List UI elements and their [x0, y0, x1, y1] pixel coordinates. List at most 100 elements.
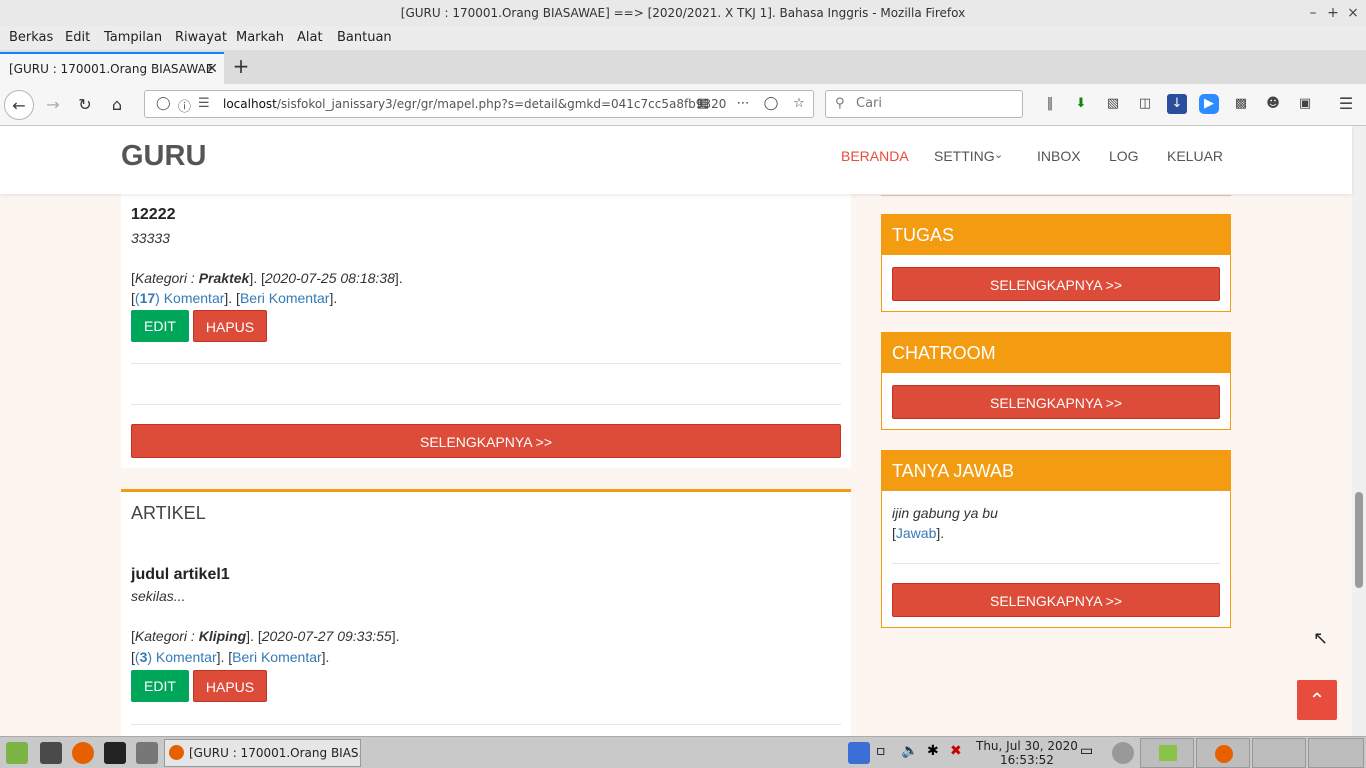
divider: [131, 363, 841, 364]
hapus-button[interactable]: HAPUS: [193, 670, 267, 702]
edit-button[interactable]: EDIT: [131, 310, 189, 342]
terminal-icon[interactable]: [104, 742, 126, 764]
page-scrollbar[interactable]: [1352, 126, 1366, 736]
tab-label: [GURU : 170001.Orang BIASAWAE: [9, 62, 214, 76]
permissions-icon[interactable]: ☰: [198, 96, 210, 111]
bluetooth-tray-icon[interactable]: ✱: [927, 743, 939, 759]
artikel-meta-line: [Kategori : Kliping]. [2020-07-27 09:33:…: [131, 628, 400, 644]
qr-code-icon[interactable]: ▩: [1231, 94, 1251, 114]
artikel-comment-line: [(3) Komentar]. [Beri Komentar].: [131, 649, 330, 665]
search-input[interactable]: ⚲ Cari: [825, 90, 1023, 118]
reload-button[interactable]: ↻: [70, 90, 100, 120]
nav-keluar[interactable]: KELUAR: [1167, 148, 1223, 164]
window-title: [GURU : 170001.Orang BIASAWAE] ==> [2020…: [400, 6, 966, 20]
update-shield-icon[interactable]: ✖: [950, 743, 962, 759]
kategori-prefix: Kategori :: [134, 270, 199, 286]
selengkapnya-button[interactable]: SELENGKAPNYA >>: [131, 424, 841, 458]
nav-inbox[interactable]: INBOX: [1037, 148, 1081, 164]
os-taskbar: [GURU : 170001.Orang BIAS... ▫ 🔈 ✱ ✖ Thu…: [0, 736, 1366, 768]
nav-setting[interactable]: SETTING: [934, 148, 995, 164]
library-icon[interactable]: ‖: [1040, 94, 1060, 114]
tanya-jawab-panel-title: TANYA JAWAB: [882, 451, 1230, 491]
artikel-title: judul artikel1: [131, 566, 230, 583]
page-actions-icon[interactable]: ⋯: [733, 94, 753, 114]
save-extension-icon[interactable]: ↓: [1167, 94, 1187, 114]
maximize-icon[interactable]: +: [1322, 0, 1344, 26]
menu-berkas[interactable]: Berkas: [9, 30, 53, 45]
network-signal-icon[interactable]: ▫: [876, 743, 886, 759]
menu-edit[interactable]: Edit: [65, 30, 90, 45]
tugas-subtitle: 33333: [131, 230, 170, 246]
divider: [131, 404, 841, 405]
workspace-3[interactable]: [1252, 738, 1306, 768]
search-icon: ⚲: [835, 96, 845, 111]
hamburger-menu-icon[interactable]: ☰: [1336, 94, 1356, 114]
reader-view-icon[interactable]: ▦: [693, 94, 713, 114]
scroll-to-top-button[interactable]: ⌃: [1297, 680, 1337, 720]
jawab-link[interactable]: Jawab: [896, 525, 936, 541]
tab-bar: [GURU : 170001.Orang BIASAWAE ✕ +: [0, 50, 1366, 84]
mint-menu-icon[interactable]: [6, 742, 28, 764]
close-tab-icon[interactable]: ✕: [206, 54, 218, 84]
edit-button[interactable]: EDIT: [131, 670, 189, 702]
workspace-4[interactable]: [1308, 738, 1364, 768]
page-viewport: GURU BERANDA SETTING ⌄ INBOX LOG KELUAR …: [0, 126, 1366, 736]
minimize-icon[interactable]: –: [1302, 0, 1324, 26]
navigation-toolbar: ← → ↻ ⌂ localhost/sisfokol_janissary3/eg…: [0, 84, 1366, 126]
firefox-launcher-icon[interactable]: [72, 742, 94, 764]
window-titlebar: [GURU : 170001.Orang BIASAWAE] ==> [2020…: [0, 0, 1366, 26]
close-window-icon[interactable]: ×: [1342, 0, 1364, 26]
files-launcher-icon[interactable]: [136, 742, 158, 764]
menu-tampilan[interactable]: Tampilan: [104, 30, 162, 45]
tracking-shield-icon[interactable]: ◯: [156, 96, 171, 111]
tugas-selengkapnya-button[interactable]: SELENGKAPNYA >>: [892, 267, 1220, 301]
komentar-link[interactable]: (17) Komentar: [135, 290, 225, 306]
bluetooth-icon[interactable]: [848, 742, 870, 764]
taskbar-clock[interactable]: Thu, Jul 30, 2020 16:53:52: [976, 739, 1078, 767]
chatroom-selengkapnya-button[interactable]: SELENGKAPNYA >>: [892, 385, 1220, 419]
menu-markah[interactable]: Markah: [236, 30, 284, 45]
back-button[interactable]: ←: [4, 90, 34, 120]
info-icon[interactable]: ⓘ: [178, 96, 191, 115]
kategori-value: Kliping: [198, 628, 247, 644]
tanya-text: ijin gabung ya bu: [892, 505, 998, 521]
url-bar[interactable]: localhost/sisfokol_janissary3/egr/gr/map…: [144, 90, 814, 118]
home-button[interactable]: ⌂: [102, 90, 132, 120]
download-arrow-icon[interactable]: ⬇: [1071, 94, 1091, 114]
zoom-extension-icon[interactable]: ▶: [1199, 94, 1219, 114]
hapus-button[interactable]: HAPUS: [193, 310, 267, 342]
workspace-1[interactable]: [1140, 738, 1194, 768]
taskbar-firefox-window[interactable]: [GURU : 170001.Orang BIAS...: [164, 739, 361, 767]
chatroom-panel-title: CHATROOM: [882, 333, 1230, 373]
menu-alat[interactable]: Alat: [297, 30, 323, 45]
volume-icon[interactable]: 🔈: [901, 743, 918, 759]
extension-icon[interactable]: ▧: [1103, 94, 1123, 114]
sidebar-icon[interactable]: ◫: [1135, 94, 1155, 114]
firefox-icon: [169, 745, 184, 760]
account-icon[interactable]: ☻: [1263, 94, 1283, 114]
kategori-prefix: Kategori :: [134, 628, 199, 644]
new-tab-button[interactable]: +: [230, 54, 252, 80]
bookmark-star-icon[interactable]: ☆: [789, 94, 809, 114]
battery-icon[interactable]: ▭: [1080, 743, 1093, 759]
tab-active[interactable]: [GURU : 170001.Orang BIASAWAE ✕: [0, 52, 224, 84]
lock-icon[interactable]: ▣: [1295, 94, 1315, 114]
show-desktop-icon[interactable]: [40, 742, 62, 764]
komentar-count: 17: [139, 290, 156, 306]
menu-riwayat[interactable]: Riwayat: [175, 30, 227, 45]
komentar-link[interactable]: (3) Komentar: [135, 649, 217, 665]
nav-log[interactable]: LOG: [1109, 148, 1139, 164]
beri-komentar-link[interactable]: Beri Komentar: [240, 290, 329, 306]
divider: [892, 563, 1220, 564]
workspace-2[interactable]: [1196, 738, 1250, 768]
site-brand[interactable]: GURU: [121, 140, 206, 173]
menu-bantuan[interactable]: Bantuan: [337, 30, 392, 45]
scrollbar-thumb[interactable]: [1355, 492, 1363, 588]
nav-beranda[interactable]: BERANDA: [841, 148, 909, 164]
beri-komentar-link[interactable]: Beri Komentar: [232, 649, 321, 665]
pocket-icon[interactable]: ◯: [761, 94, 781, 114]
site-header: GURU BERANDA SETTING ⌄ INBOX LOG KELUAR: [0, 126, 1352, 194]
tray-app-icon[interactable]: [1112, 742, 1134, 764]
forward-button[interactable]: →: [38, 90, 68, 120]
tanya-selengkapnya-button[interactable]: SELENGKAPNYA >>: [892, 583, 1220, 617]
